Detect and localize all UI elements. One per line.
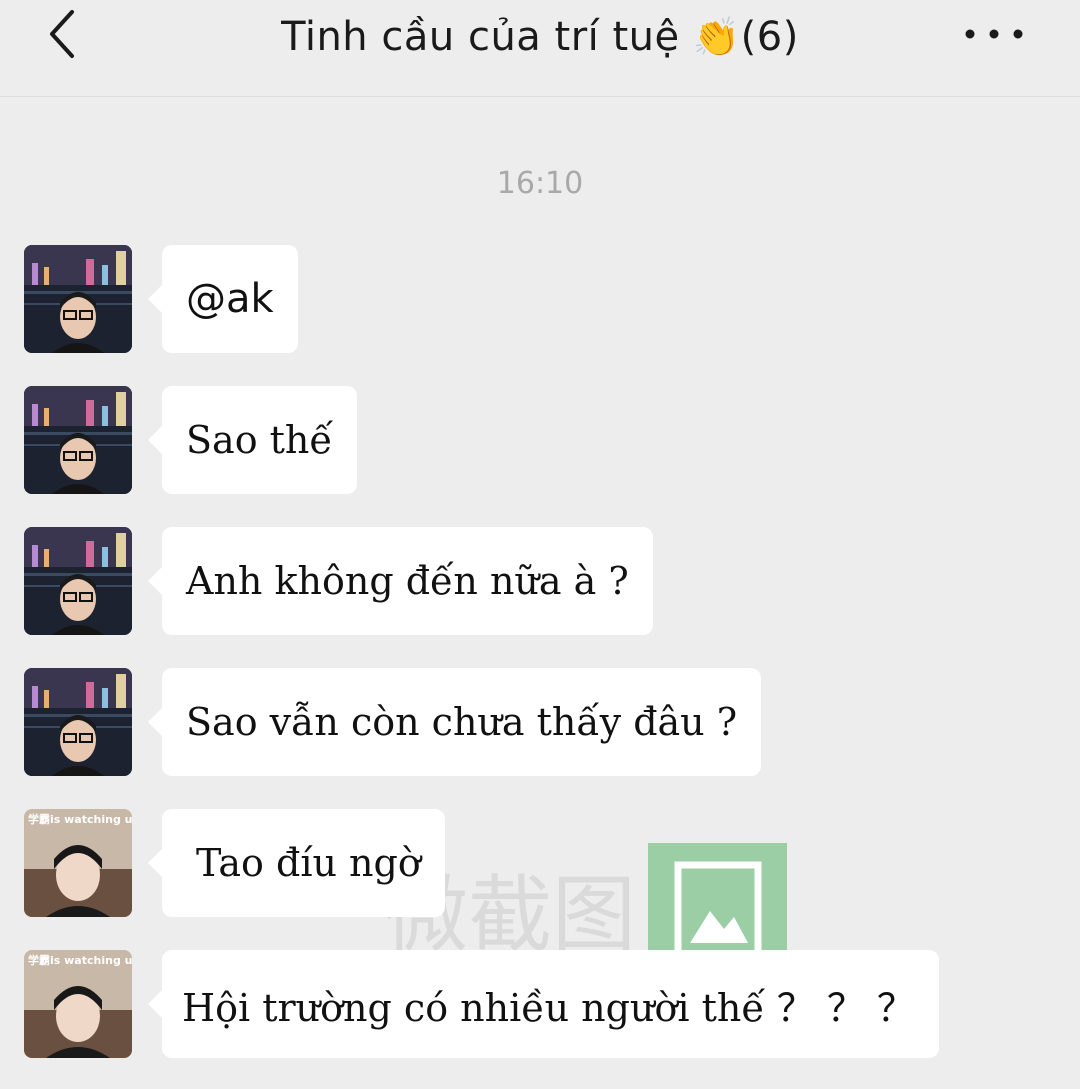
avatar[interactable] — [24, 386, 132, 494]
avatar[interactable]: 学霸is watching u — [24, 950, 132, 1058]
avatar[interactable]: 学霸is watching u — [24, 809, 132, 917]
chat-title: Tinh cầu của trí tuệ 👏(6) — [0, 14, 1080, 60]
message-row: @ak — [0, 245, 1080, 353]
message-bubble[interactable]: Sao vẫn còn chưa thấy đâu ? — [147, 668, 762, 776]
chat-title-text: Tinh cầu của trí tuệ — [281, 14, 680, 60]
member-count: (6) — [740, 14, 799, 60]
message-row: 学霸is watching u Hội trường có nhiều ngườ… — [0, 950, 1080, 1058]
message-row: Sao vẫn còn chưa thấy đâu ? — [0, 668, 1080, 776]
message-row: 学霸is watching u Tao đíu ngờ — [0, 809, 1080, 917]
message-row: Sao thế — [0, 386, 1080, 494]
message-bubble[interactable]: Hội trường có nhiều người thế ？ ？ ？ — [148, 950, 939, 1058]
message-bubble[interactable]: Sao thế — [148, 386, 357, 494]
avatar-caption: 学霸is watching u — [28, 812, 132, 826]
avatar[interactable] — [24, 527, 132, 635]
more-dots-icon[interactable] — [958, 20, 1030, 48]
chat-header: Tinh cầu của trí tuệ 👏(6) — [0, 0, 1080, 97]
message-bubble[interactable]: Tao đíu ngờ — [148, 809, 445, 917]
avatar[interactable] — [24, 668, 132, 776]
avatar-caption: 学霸is watching u — [28, 953, 132, 967]
message-row: Anh không đến nữa à ? — [0, 527, 1080, 635]
clapping-hands-emoji: 👏 — [692, 15, 741, 59]
message-timestamp: 16:10 — [496, 166, 584, 201]
message-bubble[interactable]: Anh không đến nữa à ? — [148, 527, 653, 635]
message-bubble[interactable]: @ak — [148, 245, 298, 353]
avatar[interactable] — [24, 245, 132, 353]
